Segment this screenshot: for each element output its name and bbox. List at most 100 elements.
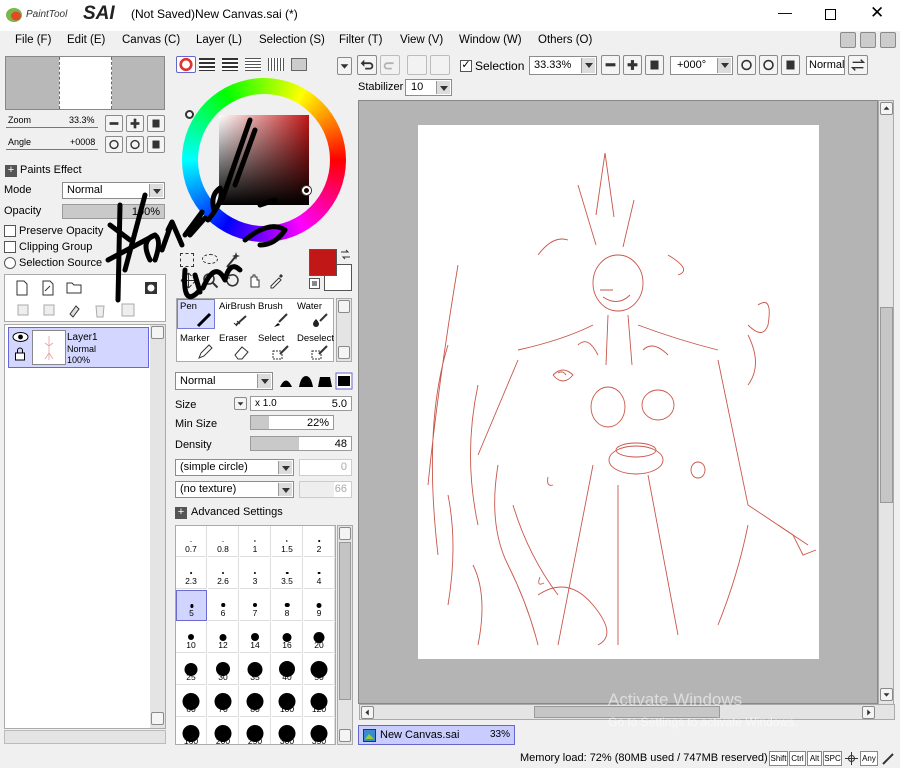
brush-size-cell[interactable]: 250 bbox=[240, 718, 271, 744]
layer-scroll-down-button[interactable] bbox=[151, 712, 164, 725]
brush-mode-select[interactable]: Normal bbox=[175, 372, 273, 390]
lock-icon[interactable] bbox=[14, 347, 26, 361]
merge-down-icon[interactable] bbox=[41, 302, 57, 318]
clear-layer-icon[interactable] bbox=[66, 302, 82, 318]
paints-effect-expand-icon[interactable]: + bbox=[5, 165, 17, 177]
brush-size-cell[interactable]: 0.8 bbox=[208, 526, 239, 557]
brush-size-cell[interactable]: 14 bbox=[240, 622, 271, 653]
new-layer-icon[interactable] bbox=[15, 280, 29, 296]
brush-size-cell[interactable]: 3 bbox=[240, 558, 271, 589]
tool-scroll-up-button[interactable] bbox=[338, 300, 350, 313]
advanced-settings-expand-icon[interactable]: + bbox=[175, 507, 187, 519]
canvas-zoom-out-button[interactable] bbox=[601, 55, 620, 75]
brush-texture-strength[interactable]: 66 bbox=[299, 481, 352, 498]
brush-size-cell[interactable]: 35 bbox=[240, 654, 271, 685]
brush-size-cell[interactable]: 0.7 bbox=[176, 526, 207, 557]
brush-size-cell[interactable]: 50 bbox=[304, 654, 335, 685]
brush-size-cell[interactable]: 2.6 bbox=[208, 558, 239, 589]
canvas-vscroll-thumb[interactable] bbox=[880, 307, 893, 503]
menu-selection[interactable]: Selection (S) bbox=[259, 34, 325, 46]
hsv-slider-tab[interactable] bbox=[222, 58, 238, 71]
menu-view[interactable]: View (V) bbox=[400, 34, 443, 46]
undo-button[interactable] bbox=[357, 55, 377, 75]
canvas-rotate-reset-button[interactable] bbox=[781, 55, 800, 75]
canvas-scroll-left-button[interactable] bbox=[361, 706, 374, 719]
new-linework-layer-icon[interactable] bbox=[41, 280, 55, 296]
brush-size-cell[interactable]: 40 bbox=[272, 654, 303, 685]
brush-size-cell[interactable]: 2 bbox=[304, 526, 335, 557]
brush-size-cell[interactable]: 25 bbox=[176, 654, 207, 685]
canvas-scroll-down-button[interactable] bbox=[880, 688, 893, 701]
stabilizer-select[interactable]: 10 bbox=[405, 79, 452, 96]
brush-size-cell[interactable]: 1 bbox=[240, 526, 271, 557]
deselect-button[interactable] bbox=[407, 55, 427, 75]
brush-size-cell[interactable]: 7 bbox=[240, 590, 271, 621]
brush-size-cell[interactable]: 60 bbox=[176, 686, 207, 717]
menu-edit[interactable]: Edit (E) bbox=[67, 34, 105, 46]
drawing-canvas[interactable] bbox=[418, 125, 819, 659]
brush-size-cell[interactable]: 80 bbox=[240, 686, 271, 717]
sv-marker[interactable] bbox=[302, 186, 311, 195]
color-wheel-tab[interactable] bbox=[176, 56, 196, 73]
brush-size-cell[interactable]: 70 bbox=[208, 686, 239, 717]
canvas-zoom-in-button[interactable] bbox=[623, 55, 642, 75]
view-blend-select[interactable]: Normal bbox=[806, 56, 845, 75]
close-button[interactable]: ✕ bbox=[870, 3, 884, 23]
brush-shape-strength[interactable]: 0 bbox=[299, 459, 352, 476]
brush-size-cell[interactable]: 120 bbox=[304, 686, 335, 717]
canvas-scroll-right-button[interactable] bbox=[862, 706, 875, 719]
brush-size-cell[interactable]: 9 bbox=[304, 590, 335, 621]
visibility-eye-icon[interactable] bbox=[12, 331, 29, 343]
brush-size-cell[interactable]: 160 bbox=[176, 718, 207, 744]
size-range-dropdown[interactable] bbox=[234, 397, 247, 410]
angle-slider[interactable] bbox=[6, 149, 98, 150]
canvas-scroll-up-button[interactable] bbox=[880, 102, 893, 115]
layer-hscrollbar[interactable] bbox=[4, 730, 166, 744]
brush-size-cell[interactable]: 20 bbox=[304, 622, 335, 653]
canvas-vscrollbar[interactable] bbox=[878, 100, 894, 705]
tool-marker[interactable]: Marker bbox=[177, 331, 215, 361]
size-scroll-down-button[interactable] bbox=[339, 729, 351, 742]
size-scroll-thumb[interactable] bbox=[339, 542, 351, 700]
brush-edge-selector[interactable] bbox=[278, 372, 354, 390]
canvas-zoom-reset-button[interactable] bbox=[645, 55, 664, 75]
user-swatches-tab[interactable] bbox=[291, 58, 307, 71]
menu-layer[interactable]: Layer (L) bbox=[196, 34, 242, 46]
brush-size-cell[interactable]: 8 bbox=[272, 590, 303, 621]
canvas-rotate-left-button[interactable] bbox=[737, 55, 756, 75]
density-bar[interactable]: 48 bbox=[250, 436, 352, 451]
menu-file[interactable]: File (F) bbox=[15, 34, 51, 46]
redo-button[interactable] bbox=[380, 55, 400, 75]
menu-window[interactable]: Window (W) bbox=[459, 34, 522, 46]
selection-source-radio[interactable] bbox=[4, 257, 16, 269]
maximize-button[interactable] bbox=[825, 9, 836, 20]
canvas-view[interactable] bbox=[358, 100, 895, 720]
rgb-slider-tab[interactable] bbox=[199, 58, 215, 71]
tool-select[interactable]: Select bbox=[255, 331, 293, 361]
brush-texture-select[interactable]: (no texture) bbox=[175, 481, 294, 498]
canvas-tab[interactable]: New Canvas.sai 33% bbox=[358, 725, 515, 745]
brush-size-cell[interactable]: 4 bbox=[304, 558, 335, 589]
swap-colors-icon[interactable] bbox=[339, 248, 352, 261]
color-swatches-tab[interactable] bbox=[245, 58, 261, 71]
layer-row[interactable]: Layer1 Normal 100% bbox=[8, 327, 149, 368]
zoom-select[interactable]: 33.33% bbox=[529, 56, 597, 75]
selection-visible-checkbox[interactable]: ✓ bbox=[460, 60, 472, 72]
brush-size-bar[interactable]: x 1.0 5.0 bbox=[250, 396, 352, 411]
brush-size-scrollbar[interactable] bbox=[337, 525, 353, 745]
menu-canvas[interactable]: Canvas (C) bbox=[122, 34, 180, 46]
min-size-bar[interactable]: 22% bbox=[250, 415, 334, 430]
brush-size-cell[interactable]: 12 bbox=[208, 622, 239, 653]
flip-view-button[interactable] bbox=[848, 55, 868, 75]
navigator-preview[interactable] bbox=[5, 56, 165, 110]
mdi-minimize-button[interactable] bbox=[840, 32, 856, 48]
primary-color-swatch[interactable] bbox=[309, 249, 337, 276]
brush-size-cell[interactable]: 16 bbox=[272, 622, 303, 653]
brush-size-cell[interactable]: 300 bbox=[272, 718, 303, 744]
tool-grid-scrollbar[interactable] bbox=[336, 298, 352, 362]
brush-size-cell[interactable]: 200 bbox=[208, 718, 239, 744]
canvas-menu-button[interactable] bbox=[337, 57, 352, 75]
zoom-slider[interactable] bbox=[6, 127, 98, 128]
size-scroll-up-button[interactable] bbox=[339, 527, 351, 540]
brush-size-cell[interactable]: 6 bbox=[208, 590, 239, 621]
